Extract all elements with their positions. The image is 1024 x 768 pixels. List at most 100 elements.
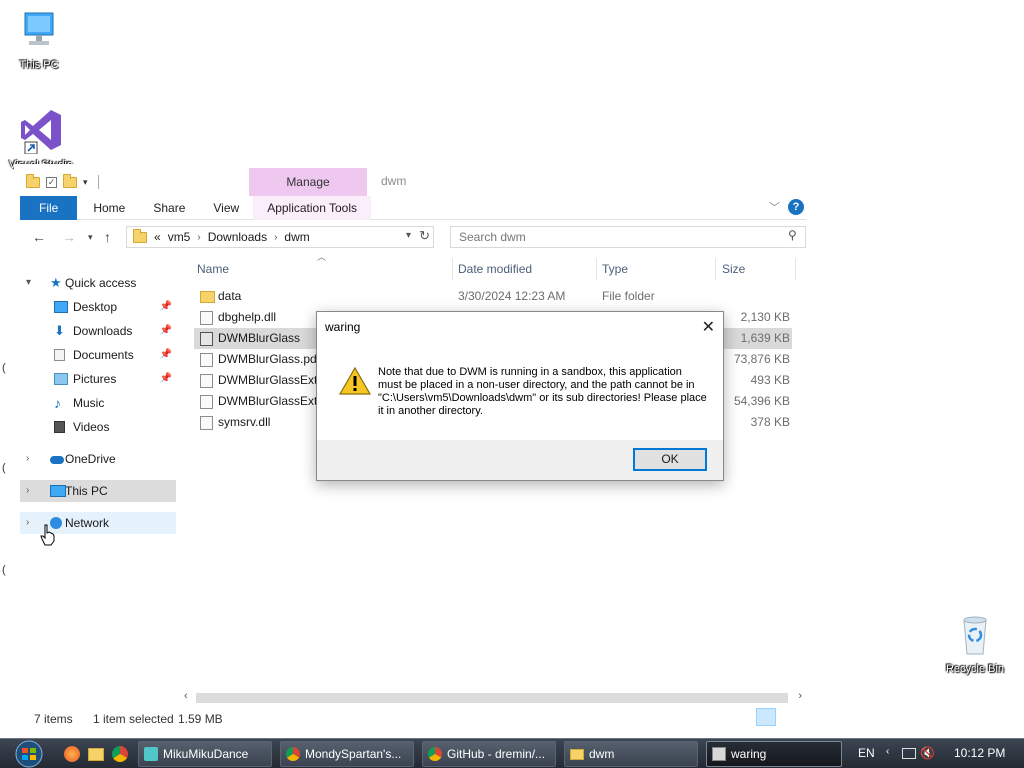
scroll-right-icon[interactable]: › [798, 690, 802, 702]
nav-label: Videos [73, 420, 110, 434]
nav-item-downloads[interactable]: ⬇ Downloads 📌 [20, 320, 176, 342]
pin-icon[interactable]: 📌 [160, 320, 172, 342]
edge-artifact: ( [2, 564, 6, 576]
language-indicator[interactable]: EN [858, 746, 875, 760]
nav-item-documents[interactable]: Documents 📌 [20, 344, 176, 366]
desktop-icon-this-pc[interactable]: This PC [2, 10, 76, 71]
column-divider[interactable] [452, 258, 453, 280]
mmd-icon [144, 747, 158, 761]
warning-dialog: waring ✕ Note that due to DWM is running… [316, 311, 724, 481]
pin-icon[interactable]: 📌 [160, 296, 172, 318]
expand-chevron-icon[interactable]: › [26, 480, 29, 502]
new-folder-icon[interactable] [63, 173, 77, 188]
volume-muted-icon[interactable]: 🔇 [920, 746, 935, 760]
file-name: symsrv.dll [218, 415, 271, 429]
column-divider[interactable] [715, 258, 716, 280]
tab-file[interactable]: File [20, 196, 78, 220]
close-icon[interactable]: ✕ [702, 317, 715, 337]
start-orb-icon[interactable] [9, 740, 49, 768]
taskbar-button-mikumikudance[interactable]: MikuMikuDance [138, 741, 272, 767]
file-size: 378 KB [750, 415, 790, 429]
nav-item-desktop[interactable]: Desktop 📌 [20, 296, 176, 318]
up-arrow-icon[interactable]: ↑ [104, 226, 111, 248]
file-name: DWMBlurGlassExt. [218, 394, 321, 408]
column-divider[interactable] [795, 258, 796, 280]
horizontal-scrollbar[interactable]: ‹ › [182, 690, 804, 706]
refresh-icon[interactable]: ↻ [419, 228, 430, 244]
taskbar: MikuMikuDance MondySpartan's... GitHub -… [0, 738, 1024, 768]
collapse-chevron-icon[interactable]: ▾ [26, 272, 31, 294]
desktop-icon-visual-studio[interactable]: Visual Studio [4, 106, 78, 171]
file-date: 3/30/2024 12:23 AM [458, 289, 566, 303]
taskbar-button-label: dwm [589, 747, 615, 761]
help-icon[interactable]: ? [788, 199, 804, 215]
tab-home[interactable]: Home [77, 196, 139, 220]
column-header-size[interactable]: Size [722, 262, 745, 276]
expand-ribbon-icon[interactable]: ﹀ [769, 199, 780, 215]
pdb-file-icon [200, 395, 213, 409]
download-arrow-icon: ⬇ [54, 323, 65, 338]
expand-chevron-icon[interactable]: › [26, 512, 29, 534]
nav-quick-access[interactable]: ▾ ★ Quick access [20, 272, 176, 294]
address-dropdown-icon[interactable]: ▾ [406, 230, 411, 241]
nav-onedrive[interactable]: › OneDrive [20, 448, 176, 470]
network-status-icon[interactable] [902, 748, 916, 759]
hand-cursor-icon [40, 524, 55, 546]
recent-locations-icon[interactable]: ▾ [88, 226, 93, 248]
folder-icon[interactable] [88, 748, 104, 761]
nav-item-music[interactable]: ♪ Music [20, 392, 176, 414]
scrollbar-thumb[interactable] [196, 693, 788, 703]
customize-toolbar-icon[interactable]: ▾ [83, 177, 88, 188]
show-hidden-icons-icon[interactable]: ‹ [886, 746, 889, 757]
tab-application-tools[interactable]: Application Tools [253, 196, 372, 220]
breadcrumb-vm5[interactable]: vm5 [168, 230, 191, 244]
address-bar[interactable]: « vm5 › Downloads › dwm ▾ ↻ [126, 226, 434, 248]
file-name: DWMBlurGlass [218, 331, 301, 345]
nav-item-pictures[interactable]: Pictures 📌 [20, 368, 176, 390]
details-view-icon[interactable] [756, 708, 776, 726]
desktop-icon-label: Recycle Bin [945, 663, 1005, 675]
pin-icon[interactable]: 📌 [160, 344, 172, 366]
nav-label: Documents [73, 348, 134, 362]
firefox-icon[interactable] [64, 746, 80, 762]
large-icons-view-icon[interactable] [780, 708, 800, 726]
breadcrumb-separator-icon[interactable]: › [197, 232, 200, 243]
desktop-icon-recycle-bin[interactable]: Recycle Bin [938, 614, 1012, 675]
column-header-type[interactable]: Type [602, 262, 628, 276]
taskbar-button-explorer[interactable]: dwm [564, 741, 698, 767]
forward-arrow-icon[interactable]: → [62, 226, 76, 248]
taskbar-button-waring[interactable]: waring [706, 741, 842, 767]
nav-label: OneDrive [65, 452, 116, 466]
expand-chevron-icon[interactable]: › [26, 448, 29, 470]
folder-icon[interactable] [26, 173, 40, 188]
nav-item-videos[interactable]: Videos [20, 416, 176, 438]
column-divider[interactable] [596, 258, 597, 280]
nav-this-pc[interactable]: › This PC [20, 480, 176, 502]
taskbar-button-chrome-1[interactable]: MondySpartan's... [280, 741, 414, 767]
taskbar-button-chrome-2[interactable]: GitHub - dremin/... [422, 741, 556, 767]
file-size: 1,639 KB [740, 331, 790, 345]
edge-artifact: ( [2, 462, 6, 474]
ok-button[interactable]: OK [633, 448, 707, 471]
breadcrumb-downloads[interactable]: Downloads [208, 230, 267, 244]
back-arrow-icon[interactable]: ← [32, 226, 46, 248]
breadcrumb-dwm[interactable]: dwm [284, 230, 309, 244]
monitor-icon [24, 12, 54, 45]
tab-view[interactable]: View [199, 196, 253, 220]
file-name: DWMBlurGlassExt. [218, 373, 321, 387]
breadcrumb-separator-icon[interactable]: › [274, 232, 277, 243]
file-row[interactable]: data 3/30/2024 12:23 AM File folder [194, 286, 792, 307]
column-header-name[interactable]: Name [197, 262, 229, 276]
nav-label: Quick access [65, 276, 137, 290]
checkbox-icon[interactable]: ✓ [46, 176, 57, 188]
breadcrumb-overflow[interactable]: « [154, 230, 161, 244]
search-input[interactable]: Search dwm [450, 226, 806, 248]
scroll-left-icon[interactable]: ‹ [184, 690, 188, 702]
pin-icon[interactable]: 📌 [160, 368, 172, 390]
dialog-message: Note that due to DWM is running in a san… [378, 366, 707, 417]
clock[interactable]: 10:12 PM [954, 746, 1005, 760]
chrome-icon[interactable] [112, 746, 128, 762]
column-header-date[interactable]: Date modified [458, 262, 532, 276]
file-size: 493 KB [750, 373, 790, 387]
tab-share[interactable]: Share [139, 196, 199, 220]
